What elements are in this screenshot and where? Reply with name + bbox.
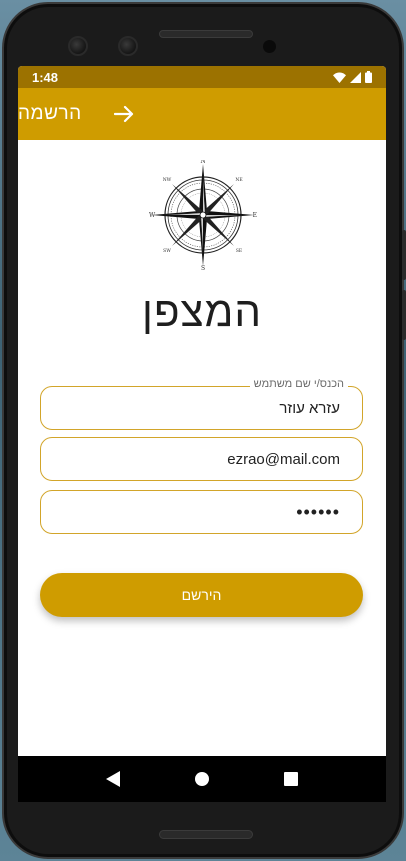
svg-text:NW: NW bbox=[163, 177, 172, 183]
bottom-speaker bbox=[159, 830, 253, 839]
username-field-value: עזרא עוזר bbox=[279, 399, 340, 417]
battery-icon bbox=[365, 71, 372, 83]
status-bar: 1:48 bbox=[18, 66, 386, 88]
wifi-icon bbox=[333, 72, 346, 83]
password-field-value: •••••• bbox=[296, 501, 340, 522]
svg-text:S: S bbox=[201, 265, 205, 270]
svg-text:W: W bbox=[149, 212, 156, 219]
register-button[interactable]: הירשם bbox=[40, 573, 363, 617]
email-field[interactable]: ezrao@mail.com bbox=[40, 437, 363, 481]
email-field-value: ezrao@mail.com bbox=[227, 450, 340, 468]
proximity-sensor bbox=[263, 40, 276, 53]
front-camera-secondary bbox=[118, 36, 138, 56]
system-nav-bar bbox=[18, 756, 386, 802]
svg-text:E: E bbox=[253, 212, 257, 219]
square-recents-icon[interactable] bbox=[279, 767, 303, 791]
app-screen: 1:48 הרשמה N S W E NW NE SW SE המצפן הכנ… bbox=[18, 66, 386, 802]
circle-home-icon[interactable] bbox=[190, 767, 214, 791]
triangle-back-icon[interactable] bbox=[101, 767, 125, 791]
svg-text:SW: SW bbox=[163, 248, 171, 254]
earpiece-speaker bbox=[159, 30, 253, 38]
signal-icon bbox=[350, 71, 361, 83]
status-time: 1:48 bbox=[32, 69, 59, 85]
volume-up-button bbox=[402, 230, 406, 280]
username-field[interactable]: הכנס/י שם משתמש עזרא עוזר bbox=[40, 378, 363, 430]
svg-text:NE: NE bbox=[235, 177, 242, 183]
app-bar: הרשמה bbox=[18, 88, 386, 140]
front-camera bbox=[68, 36, 88, 56]
username-field-label: הכנס/י שם משתמש bbox=[249, 378, 348, 390]
volume-down-button bbox=[402, 290, 406, 340]
compass-rose-logo: N S W E NW NE SW SE bbox=[149, 160, 257, 270]
page-title: הרשמה bbox=[18, 103, 82, 124]
svg-text:N: N bbox=[200, 160, 205, 165]
status-icons bbox=[333, 71, 372, 83]
password-field[interactable]: •••••• bbox=[40, 490, 363, 534]
svg-text:SE: SE bbox=[236, 248, 242, 254]
app-name-heading: המצפן bbox=[142, 288, 262, 335]
arrow-right-icon[interactable] bbox=[112, 102, 136, 126]
